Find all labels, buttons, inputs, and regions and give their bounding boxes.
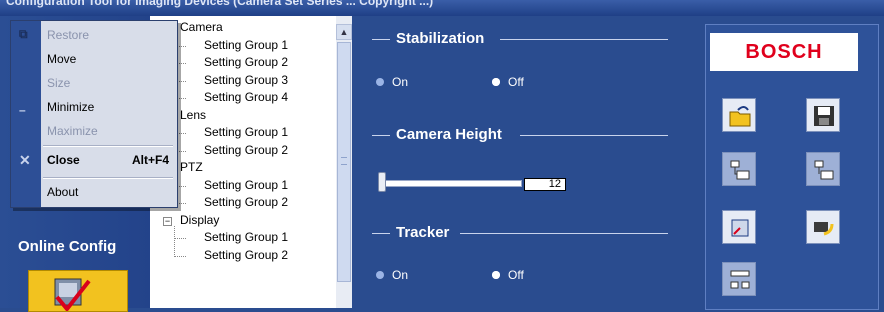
tree-item[interactable]: Setting Group 2: [204, 248, 288, 262]
download-icon: [730, 160, 750, 180]
save-button[interactable]: [806, 98, 840, 132]
stabilization-section: Stabilization: [372, 30, 672, 50]
scrollbar-thumb[interactable]: [337, 42, 351, 282]
tree-item[interactable]: Setting Group 3: [204, 73, 288, 87]
settings-panel: [352, 16, 702, 308]
transfer-icon: [730, 270, 750, 289]
config-check-icon: [54, 278, 91, 311]
export-button[interactable]: [722, 210, 756, 244]
upload-icon: [814, 160, 834, 180]
tree-connector: [174, 255, 186, 257]
upload-to-camera-button[interactable]: [806, 152, 840, 186]
collapse-icon[interactable]: −: [163, 216, 172, 226]
tree-item[interactable]: Setting Group 2: [204, 55, 288, 69]
camera-height-title: Camera Height: [396, 126, 502, 143]
minimize-icon: –: [19, 103, 26, 117]
bosch-logo: BOSCH: [710, 33, 858, 71]
tree-item[interactable]: Setting Group 1: [204, 178, 288, 192]
camera-height-slider[interactable]: [382, 180, 522, 187]
close-shortcut: Alt+F4: [131, 153, 169, 167]
open-folder-icon: [729, 106, 751, 127]
radio-icon: [376, 270, 384, 279]
online-config-label: Online Config: [18, 238, 117, 255]
tree-item[interactable]: Setting Group 1: [204, 125, 288, 139]
stabilization-title: Stabilization: [396, 30, 485, 47]
radio-icon: [376, 77, 384, 86]
tracker-title: Tracker: [396, 224, 450, 241]
menu-item-size[interactable]: Size: [47, 76, 70, 90]
tree-item[interactable]: Setting Group 2: [204, 143, 288, 157]
open-file-button[interactable]: [722, 98, 756, 132]
stabilization-off-radio[interactable]: Off: [492, 75, 524, 89]
tree-connector: [174, 238, 186, 239]
download-from-camera-button[interactable]: [722, 152, 756, 186]
online-config-button[interactable]: [28, 270, 128, 312]
scroll-up-arrow-icon[interactable]: ▲: [336, 24, 352, 40]
close-icon: ✕: [19, 152, 31, 168]
floppy-disk-icon: [814, 106, 834, 126]
transfer-button[interactable]: [722, 262, 756, 296]
tree-scrollbar[interactable]: ▲: [336, 16, 352, 308]
window-title-bar: Configuration Tool for Imaging Devices (…: [0, 0, 884, 16]
tracker-on-radio[interactable]: On: [376, 268, 408, 282]
tree-guide-line: [174, 226, 175, 257]
tracker-off-radio[interactable]: Off: [492, 268, 524, 282]
import-button[interactable]: [806, 210, 840, 244]
tree-group[interactable]: Camera: [180, 20, 223, 34]
tree-item[interactable]: Setting Group 1: [204, 38, 288, 52]
menu-item-close[interactable]: Close: [47, 153, 80, 167]
camera-height-value[interactable]: 12: [524, 178, 566, 191]
menu-item-maximize[interactable]: Maximize: [47, 124, 98, 138]
export-icon: [731, 219, 749, 237]
tree-item[interactable]: Setting Group 4: [204, 90, 288, 104]
tree-group[interactable]: PTZ: [180, 160, 203, 174]
menu-item-minimize[interactable]: Minimize: [47, 100, 94, 114]
radio-selected-icon: [492, 270, 500, 279]
restore-icon: ⧉: [19, 27, 28, 41]
tree-group[interactable]: Display: [180, 213, 219, 227]
menu-item-about[interactable]: About: [47, 185, 78, 199]
tracker-section: Tracker: [372, 224, 672, 244]
menu-item-move[interactable]: Move: [47, 52, 76, 66]
radio-selected-icon: [492, 77, 500, 86]
stabilization-on-radio[interactable]: On: [376, 75, 408, 89]
menu-item-restore[interactable]: Restore: [47, 28, 89, 42]
system-menu: ⧉ Restore Move Size – Minimize Maximize …: [10, 20, 178, 208]
tree-group[interactable]: Lens: [180, 108, 206, 122]
tree-item[interactable]: Setting Group 1: [204, 230, 288, 244]
camera-height-section: Camera Height: [372, 126, 672, 146]
slider-handle[interactable]: [378, 172, 386, 192]
tree-item[interactable]: Setting Group 2: [204, 195, 288, 209]
import-icon: [814, 222, 834, 236]
window-title: Configuration Tool for Imaging Devices (…: [6, 0, 434, 8]
